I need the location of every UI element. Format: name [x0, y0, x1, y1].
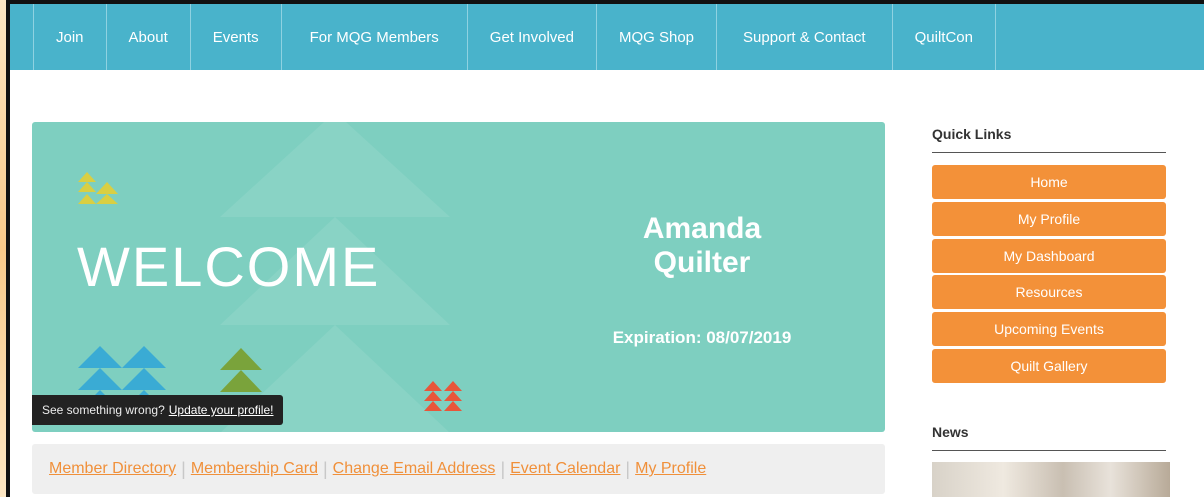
nav-quiltcon[interactable]: QuiltCon: [893, 4, 996, 70]
event-calendar-link[interactable]: Event Calendar: [505, 460, 625, 478]
quick-links-heading: Quick Links: [932, 126, 1012, 142]
nav-mqg-shop[interactable]: MQG Shop: [597, 4, 718, 70]
page-frame: Join About Events For MQG Members Get In…: [6, 0, 1204, 497]
member-last-name: Quilter: [653, 246, 751, 279]
update-profile-tooltip: See something wrong? Update your profile…: [32, 395, 284, 425]
quick-link-my-dashboard[interactable]: My Dashboard: [932, 238, 1166, 273]
nav-about[interactable]: About: [107, 4, 191, 70]
quick-links-divider: [932, 152, 1166, 153]
quick-link-upcoming-events[interactable]: Upcoming Events: [932, 312, 1166, 347]
member-first-name: Amanda: [642, 212, 762, 245]
welcome-banner: WELCOME Amanda Quilter Expiration: 08/07…: [32, 122, 885, 432]
nav-join[interactable]: Join: [34, 4, 107, 70]
quick-link-quilt-gallery[interactable]: Quilt Gallery: [932, 348, 1166, 383]
nav-get-involved[interactable]: Get Involved: [468, 4, 597, 70]
change-email-address-link[interactable]: Change Email Address: [328, 460, 501, 478]
news-divider: [932, 450, 1166, 451]
news-thumbnail-image[interactable]: [932, 462, 1170, 497]
tooltip-text: See something wrong?: [42, 403, 165, 417]
red-triangles-icon: [424, 381, 462, 411]
my-profile-link[interactable]: My Profile: [630, 460, 711, 478]
welcome-heading: WELCOME: [77, 235, 381, 298]
quick-links-list: Home My Profile My Dashboard Resources U…: [932, 165, 1166, 386]
nav-events[interactable]: Events: [191, 4, 282, 70]
quick-link-my-profile[interactable]: My Profile: [932, 201, 1166, 236]
yellow-triangles-icon: [78, 172, 118, 204]
bg-triangle-top: [220, 122, 450, 217]
member-links-bar: Member Directory | Membership Card | Cha…: [32, 444, 885, 494]
membership-card-link[interactable]: Membership Card: [186, 460, 323, 478]
member-name: Amanda Quilter: [572, 212, 832, 280]
membership-expiration: Expiration: 08/07/2019: [612, 328, 792, 347]
nav-support-contact[interactable]: Support & Contact: [717, 4, 893, 70]
nav-for-mqg-members[interactable]: For MQG Members: [282, 4, 468, 70]
nav-spacer: [10, 4, 34, 70]
update-profile-link[interactable]: Update your profile!: [169, 403, 274, 417]
member-directory-link[interactable]: Member Directory: [44, 460, 181, 478]
news-heading: News: [932, 424, 969, 440]
main-nav: Join About Events For MQG Members Get In…: [10, 4, 1204, 70]
quick-link-resources[interactable]: Resources: [932, 275, 1166, 310]
quick-link-home[interactable]: Home: [932, 165, 1166, 199]
